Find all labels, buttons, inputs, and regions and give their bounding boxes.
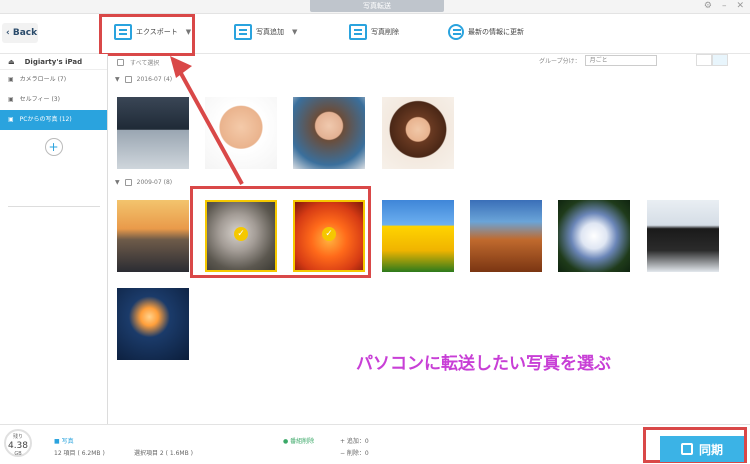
group-checkbox[interactable]	[124, 76, 132, 83]
instruction-caption: パソコンに転送したい写真を選ぶ	[356, 354, 611, 374]
close-icon[interactable]: ✕	[736, 1, 744, 11]
sync-icon	[680, 443, 693, 455]
window-title: 写真転送	[310, 0, 444, 12]
photo-thumbnail[interactable]	[470, 200, 542, 272]
chevron-down-icon[interactable]: ▼	[292, 28, 297, 36]
title-bar: 写真転送 ⚙ – ✕	[0, 0, 750, 14]
add-photo-icon	[234, 24, 252, 40]
sidebar-item-camera-roll[interactable]: ▣ カメラロール (7)	[0, 70, 107, 90]
group-header: ▼ 2009-07 (8)	[115, 179, 173, 186]
sync-changes: ● 番組削除	[283, 438, 315, 445]
photo-thumbnail[interactable]	[382, 200, 454, 272]
items-total: 12 項目 ( 6.2MB )	[54, 450, 105, 457]
items-selected: 選択項目 2 ( 1.6MB )	[134, 450, 193, 457]
device-header: ⏏ Digiarty's iPad	[0, 54, 107, 70]
photo-thumbnail[interactable]	[382, 97, 454, 169]
refresh-button[interactable]: 最新の情報に更新	[448, 24, 524, 40]
check-icon: ✓	[322, 227, 336, 241]
settings-icon[interactable]: ⚙	[704, 1, 712, 11]
photo-thumbnail[interactable]	[117, 288, 189, 360]
delete-photo-icon	[349, 24, 367, 40]
sidebar-item-pc-photos[interactable]: ▣ PCからの写真 (12)	[0, 110, 107, 130]
check-icon: ✓	[234, 227, 248, 241]
view-toggle	[696, 54, 728, 66]
arrow-icon	[170, 56, 244, 185]
add-photo-button[interactable]: 写真追加 ▼	[234, 24, 297, 40]
grid-view-small-icon[interactable]	[712, 54, 728, 66]
photo-thumbnail[interactable]	[558, 200, 630, 272]
add-count: + 追加：0	[340, 438, 369, 445]
delete-photo-button[interactable]: 写真削除	[349, 24, 399, 40]
add-album-button[interactable]: +	[44, 138, 63, 156]
selection-highlight-frame	[190, 186, 371, 278]
photo-thumbnail[interactable]	[293, 97, 365, 169]
collapse-icon[interactable]: ▼	[115, 76, 120, 83]
group-dropdown[interactable]: 月ごと	[584, 55, 657, 66]
photo-thumbnail[interactable]	[647, 200, 719, 272]
category-label: ■ 写真	[54, 438, 74, 445]
sidebar: ⏏ Digiarty's iPad ▣ カメラロール (7) ▣ セルフィー (…	[0, 54, 108, 424]
select-all[interactable]: すべて選択	[117, 56, 159, 68]
refresh-icon	[448, 24, 464, 40]
sync-button[interactable]: 同期	[660, 436, 744, 462]
export-highlight-frame	[99, 14, 195, 56]
group-selector: グループ分け： 月ごと	[539, 55, 657, 66]
window-controls: ⚙ – ✕	[704, 1, 744, 11]
back-button[interactable]: ‹ Back	[2, 23, 38, 43]
selfie-icon: ▣	[8, 96, 14, 103]
grid-view-large-icon[interactable]	[696, 54, 712, 66]
status-bar: 残り 4.38 GB ■ 写真 12 項目 ( 6.2MB ) 選択項目 2 (…	[0, 424, 750, 464]
sidebar-item-selfie[interactable]: ▣ セルフィー (3)	[0, 90, 107, 110]
photo-thumbnail[interactable]	[117, 200, 189, 272]
chevron-left-icon: ‹	[6, 28, 10, 38]
camera-icon: ▣	[8, 76, 14, 83]
storage-gauge: 残り 4.38 GB	[4, 429, 32, 457]
group-header: ▼ 2016-07 (4)	[115, 76, 173, 83]
eject-icon[interactable]: ⏏	[8, 54, 15, 69]
collapse-icon[interactable]: ▼	[115, 179, 120, 186]
minimize-icon[interactable]: –	[722, 1, 727, 11]
select-all-checkbox[interactable]	[117, 58, 124, 66]
divider	[8, 206, 100, 207]
delete-count: − 削除：0	[340, 450, 369, 457]
pc-icon: ▣	[8, 116, 14, 123]
group-checkbox[interactable]	[124, 179, 132, 186]
